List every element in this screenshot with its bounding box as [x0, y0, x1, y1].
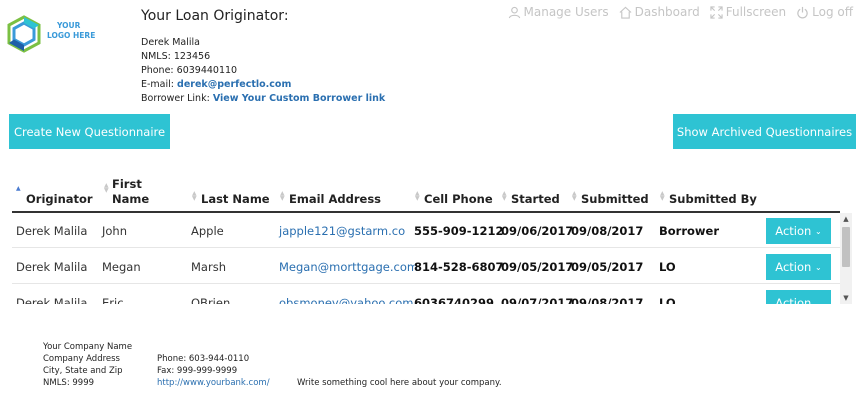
footer-company-address: Company Address — [43, 354, 120, 364]
action-dropdown-button[interactable]: Action ⌄ — [766, 254, 831, 280]
chevron-down-icon: ⌄ — [814, 298, 822, 305]
table-header: ▲ Originator ▲ ▼ First Name ▲ ▼ Last Name … — [12, 173, 840, 213]
footer-fax: Fax: 999-999-9999 — [157, 366, 238, 376]
loan-originator-title: Your Loan Originator: — [141, 8, 289, 24]
lo-phone: Phone: 6039440110 — [141, 65, 238, 76]
table-row: Derek Malila John Apple japple121@gstarm… — [12, 213, 840, 248]
cell-cell-phone: 555-909-1212 — [414, 224, 504, 238]
questionnaire-table: ▲ Originator ▲ ▼ First Name ▲ ▼ Last Name … — [12, 173, 852, 304]
cell-cell-phone: 6036740299 — [414, 296, 495, 304]
cell-submitted: 09/05/2017 — [571, 260, 644, 274]
borrower-link-label: Borrower Link: — [141, 93, 210, 104]
col-originator[interactable]: Originator — [26, 192, 93, 207]
footer-company-name: Your Company Name — [43, 342, 133, 352]
col-email[interactable]: Email Address — [289, 192, 381, 207]
footer-contact-column: Phone: 603-944-0110 Fax: 999-999-9999 ht… — [157, 353, 270, 389]
cell-submitted-by: LO — [659, 296, 676, 304]
sort-icon[interactable]: ▲ ▼ — [572, 191, 577, 202]
col-first-name[interactable]: First Name — [112, 177, 149, 207]
scroll-thumb[interactable] — [842, 227, 850, 267]
show-archived-button[interactable]: Show Archived Questionnaires — [673, 114, 856, 149]
home-icon — [619, 6, 632, 19]
col-submitted[interactable]: Submitted — [581, 192, 649, 207]
cell-email-link[interactable]: obsmoney@yahoo.com — [279, 296, 413, 304]
col-cell-phone[interactable]: Cell Phone — [424, 192, 493, 207]
cell-originator: Derek Malila — [16, 260, 88, 274]
cell-submitted-by: Borrower — [659, 224, 720, 238]
col-started[interactable]: Started — [511, 192, 560, 207]
cell-email-link[interactable]: japple121@gstarm.co — [279, 224, 405, 238]
company-logo: YOUR LOGO HERE — [6, 15, 116, 55]
manage-users-link[interactable]: Manage Users — [508, 5, 609, 19]
cell-submitted: 09/08/2017 — [571, 296, 644, 304]
cell-first-name: John — [102, 224, 128, 238]
sort-icon[interactable]: ▲ ▼ — [104, 183, 109, 194]
scroll-down-arrow-icon[interactable]: ▼ — [840, 292, 852, 304]
lo-email-label: E-mail: — [141, 79, 174, 90]
sort-icon[interactable]: ▲ ▼ — [502, 191, 507, 202]
cell-first-name: Eric — [102, 296, 124, 304]
table-row: Derek Malila Eric OBrien obsmoney@yahoo.… — [12, 285, 840, 304]
footer-city-state-zip: City, State and Zip — [43, 366, 123, 376]
manage-users-label: Manage Users — [523, 5, 609, 19]
cell-submitted: 09/08/2017 — [571, 224, 644, 238]
chevron-down-icon: ⌄ — [814, 226, 822, 236]
dashboard-label: Dashboard — [634, 5, 700, 19]
lo-nmls: NMLS: 123456 — [141, 51, 211, 62]
lo-email-link[interactable]: derek@perfectlo.com — [177, 79, 291, 90]
fullscreen-icon — [710, 5, 723, 19]
table-scrollbar[interactable]: ▲ ▼ — [840, 213, 852, 304]
footer-phone: Phone: 603-944-0110 — [157, 354, 250, 364]
cell-cell-phone: 814-528-6807 — [414, 260, 504, 274]
cell-originator: Derek Malila — [16, 296, 88, 304]
cell-submitted-by: LO — [659, 260, 676, 274]
sort-asc-icon[interactable]: ▲ — [16, 186, 21, 192]
top-navigation: Manage Users Dashboard Fullscreen Log of… — [508, 5, 853, 19]
footer-website-link[interactable]: http://www.yourbank.com/ — [157, 378, 270, 388]
lo-borrower-link-row: Borrower Link: View Your Custom Borrower… — [141, 92, 461, 106]
logoff-link[interactable]: Log off — [796, 5, 853, 19]
col-last-name[interactable]: Last Name — [201, 192, 270, 207]
footer-nmls: NMLS: 9999 — [43, 378, 95, 388]
lo-email-row: E-mail: derek@perfectlo.com — [141, 78, 461, 92]
cell-last-name: Apple — [191, 224, 224, 238]
fullscreen-label: Fullscreen — [725, 5, 787, 19]
power-icon — [797, 6, 808, 19]
footer-tagline: Write something cool here about your com… — [297, 378, 502, 388]
lo-name: Derek Malila — [141, 37, 200, 48]
create-questionnaire-button[interactable]: Create New Questionnaire — [9, 114, 170, 149]
loan-originator-info: Your Loan Originator: Derek Malila NMLS:… — [141, 8, 461, 106]
action-dropdown-button[interactable]: Action ⌄ — [766, 218, 831, 244]
scroll-up-arrow-icon[interactable]: ▲ — [840, 213, 852, 225]
logo-text: YOUR LOGO HERE — [47, 21, 96, 40]
cell-first-name: Megan — [102, 260, 141, 274]
fullscreen-link[interactable]: Fullscreen — [710, 5, 786, 19]
borrower-link[interactable]: View Your Custom Borrower link — [213, 93, 385, 104]
footer-address-column: Your Company Name Company Address City, … — [43, 341, 132, 389]
cell-last-name: Marsh — [191, 260, 226, 274]
user-icon — [508, 6, 520, 18]
dashboard-link[interactable]: Dashboard — [619, 5, 700, 19]
cell-email-link[interactable]: Megan@morttgage.com — [279, 260, 418, 274]
logoff-label: Log off — [812, 5, 853, 19]
col-submitted-by[interactable]: Submitted By — [669, 192, 757, 207]
sort-icon[interactable]: ▲ ▼ — [660, 191, 665, 202]
sort-icon[interactable]: ▲ ▼ — [280, 191, 285, 202]
sort-icon[interactable]: ▲ ▼ — [415, 191, 420, 202]
logo-hexagon-icon — [7, 15, 41, 53]
cell-last-name: OBrien — [191, 296, 231, 304]
cell-started: 09/05/2017 — [501, 260, 574, 274]
cell-started: 09/07/2017 — [501, 296, 574, 304]
cell-started: 09/06/2017 — [501, 224, 574, 238]
table-row: Derek Malila Megan Marsh Megan@morttgage… — [12, 249, 840, 284]
cell-originator: Derek Malila — [16, 224, 88, 238]
chevron-down-icon: ⌄ — [814, 262, 822, 272]
action-dropdown-button[interactable]: Action ⌄ — [766, 290, 831, 304]
sort-icon[interactable]: ▲ ▼ — [192, 191, 197, 202]
